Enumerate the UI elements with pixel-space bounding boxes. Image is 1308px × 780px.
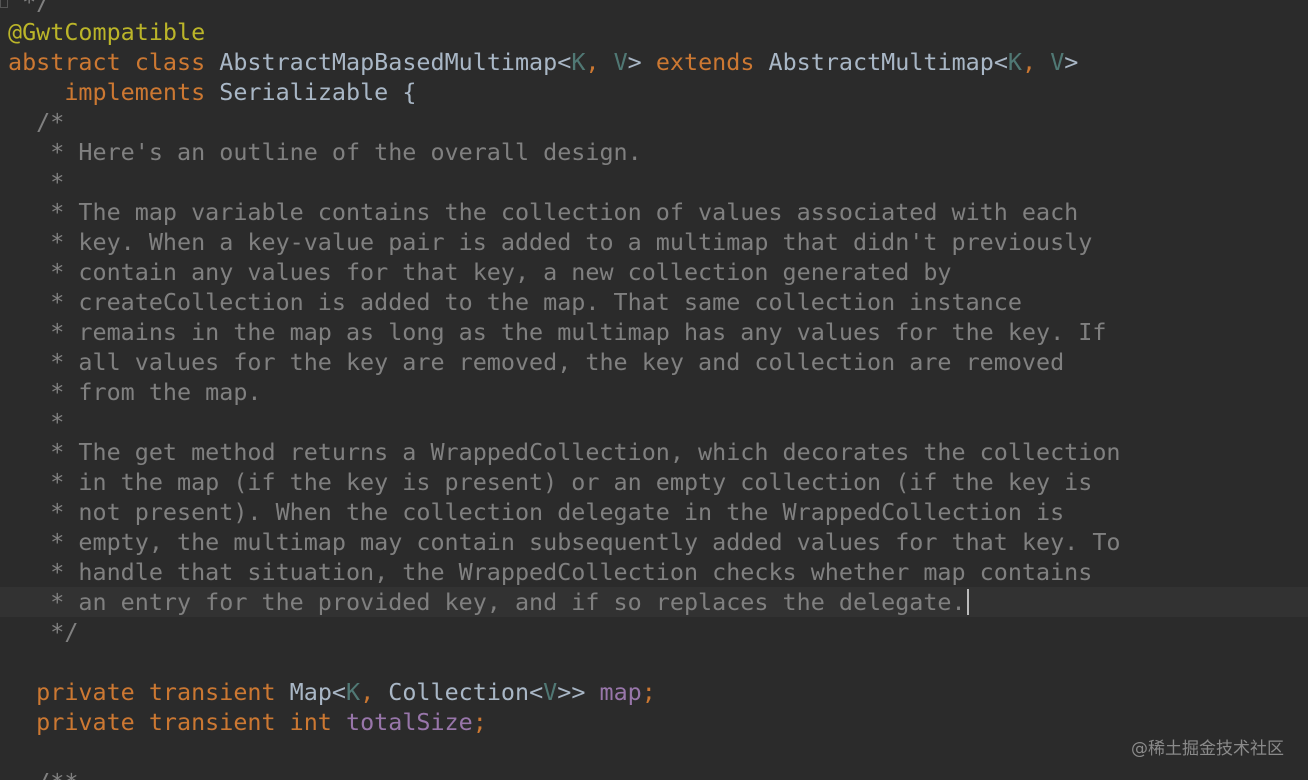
code-line[interactable]: private transient Map<K, Collection<V>> … <box>0 677 1308 707</box>
code-line[interactable]: * key. When a key-value pair is added to… <box>0 227 1308 257</box>
code-token: V <box>1050 48 1065 76</box>
code-token: /* <box>8 108 65 136</box>
code-token: * contain any values for that key, a new… <box>8 258 952 286</box>
code-line[interactable]: * The map variable contains the collecti… <box>0 197 1308 227</box>
code-token: * createCollection is added to the map. … <box>8 288 1022 316</box>
code-line[interactable]: * from the map. <box>0 377 1308 407</box>
code-token: > <box>627 48 656 76</box>
code-token: * The get method returns a WrappedCollec… <box>8 438 1121 466</box>
code-line[interactable]: implements Serializable { <box>0 77 1308 107</box>
code-token: ; <box>472 708 487 736</box>
code-line[interactable]: * empty, the multimap may contain subseq… <box>0 527 1308 557</box>
code-token: V <box>543 678 558 706</box>
code-token: * not present). When the collection dele… <box>8 498 1065 526</box>
code-line[interactable]: * handle that situation, the WrappedColl… <box>0 557 1308 587</box>
code-line[interactable]: * createCollection is added to the map. … <box>0 287 1308 317</box>
code-line[interactable]: */ <box>0 617 1308 647</box>
code-token: Collection< <box>388 678 544 706</box>
code-token: * from the map. <box>8 378 262 406</box>
code-token: , <box>585 48 614 76</box>
code-token: ; <box>641 678 656 706</box>
code-token: * an entry for the provided key, and if … <box>8 588 966 616</box>
code-line[interactable]: /** <box>0 767 1308 780</box>
code-token: totalSize <box>345 708 473 736</box>
code-token: > <box>1064 48 1079 76</box>
code-token: * <box>8 168 65 196</box>
code-line[interactable]: private transient int totalSize; <box>0 707 1308 737</box>
code-token: * empty, the multimap may contain subseq… <box>8 528 1121 556</box>
code-token: private transient int <box>8 708 346 736</box>
code-token: */ <box>8 0 51 16</box>
code-token: */ <box>8 618 79 646</box>
code-line[interactable]: * not present). When the collection dele… <box>0 497 1308 527</box>
code-line[interactable]: * <box>0 407 1308 437</box>
code-line[interactable]: * <box>0 167 1308 197</box>
code-token: K <box>571 48 586 76</box>
code-line[interactable]: * an entry for the provided key, and if … <box>0 587 1308 617</box>
code-token: abstract class <box>8 48 220 76</box>
code-line[interactable]: */ <box>0 0 1308 17</box>
code-token: private transient <box>8 678 290 706</box>
code-line[interactable]: * all values for the key are removed, th… <box>0 347 1308 377</box>
code-line[interactable]: abstract class AbstractMapBasedMultimap<… <box>0 47 1308 77</box>
code-token: * key. When a key-value pair is added to… <box>8 228 1093 256</box>
code-token: * Here's an outline of the overall desig… <box>8 138 642 166</box>
code-token: extends <box>655 48 769 76</box>
code-token: AbstractMapBasedMultimap< <box>219 48 572 76</box>
code-line[interactable]: * Here's an outline of the overall desig… <box>0 137 1308 167</box>
code-line[interactable]: * in the map (if the key is present) or … <box>0 467 1308 497</box>
code-token: V <box>613 48 628 76</box>
code-token: Map< <box>289 678 346 706</box>
code-token: * in the map (if the key is present) or … <box>8 468 1093 496</box>
code-line[interactable]: @GwtCompatible <box>0 17 1308 47</box>
code-token: * handle that situation, the WrappedColl… <box>8 558 1093 586</box>
code-token: /** <box>8 768 78 780</box>
code-token: >> <box>557 678 600 706</box>
code-token: * remains in the map as long as the mult… <box>8 318 1107 346</box>
code-token: Serializable { <box>219 78 417 106</box>
code-token: * all values for the key are removed, th… <box>8 348 1065 376</box>
code-line[interactable] <box>0 647 1308 677</box>
code-line[interactable]: /* <box>0 107 1308 137</box>
code-line[interactable] <box>0 737 1308 767</box>
code-token: , <box>1022 48 1051 76</box>
code-token: @GwtCompatible <box>8 18 206 46</box>
code-token: * <box>8 408 65 436</box>
watermark: @稀土掘金技术社区 <box>1131 739 1284 759</box>
code-token: K <box>1007 48 1023 76</box>
code-editor[interactable]: */ @GwtCompatible abstract class AbstractM… <box>0 0 1308 780</box>
code-token: , <box>360 678 389 706</box>
code-line[interactable]: * remains in the map as long as the mult… <box>0 317 1308 347</box>
code-token: map <box>599 678 642 706</box>
code-token: implements <box>64 78 220 106</box>
code-line[interactable]: * The get method returns a WrappedCollec… <box>0 437 1308 467</box>
code-token: K <box>346 678 361 706</box>
code-token: * The map variable contains the collecti… <box>8 198 1079 226</box>
code-token: AbstractMultimap< <box>768 48 1008 76</box>
text-caret <box>966 589 969 615</box>
code-line[interactable]: * contain any values for that key, a new… <box>0 257 1308 287</box>
